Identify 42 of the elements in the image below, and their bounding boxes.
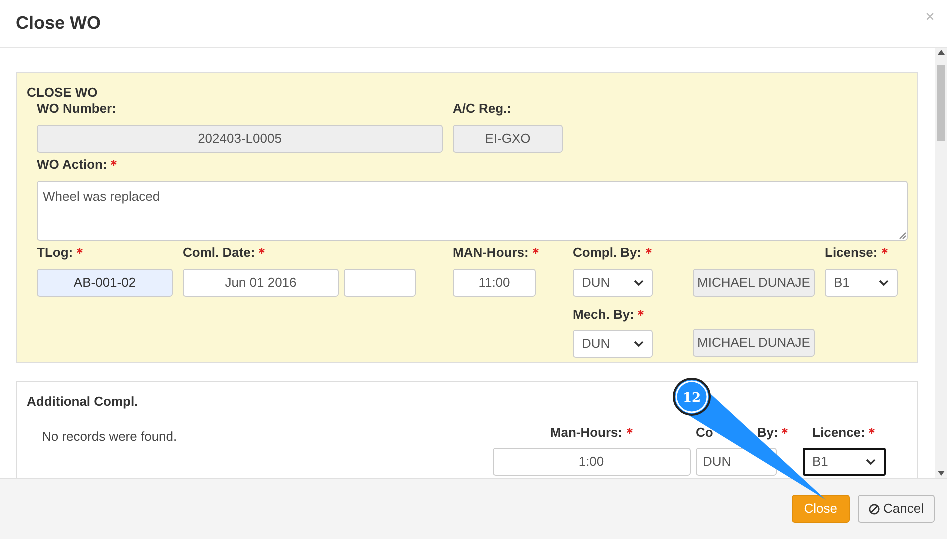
name-field: MICHAEL DUNAJE bbox=[693, 329, 815, 357]
tlog-field[interactable]: AB-001-02 bbox=[37, 269, 173, 297]
scroll-up-icon[interactable] bbox=[938, 50, 944, 55]
scrollbar[interactable] bbox=[935, 48, 947, 478]
field-label: A/C Reg.: bbox=[453, 101, 512, 117]
field-label: Licence: bbox=[812, 425, 866, 441]
caret-icon bbox=[634, 280, 644, 286]
field-label: WO Action: bbox=[37, 157, 108, 173]
date-field[interactable]: Jun 01 2016 bbox=[183, 269, 339, 297]
select-field[interactable]: B1 bbox=[802, 448, 886, 476]
time-field[interactable] bbox=[344, 269, 416, 297]
field-label: Compl. By: bbox=[573, 245, 642, 261]
caret-icon bbox=[634, 340, 644, 348]
resize-handle-icon[interactable] bbox=[899, 232, 906, 239]
wo-action-field[interactable]: Wheel was replaced bbox=[37, 181, 908, 241]
scrollbar-thumb[interactable] bbox=[937, 65, 945, 141]
cancel-button[interactable]: Cancel bbox=[858, 495, 935, 523]
field-label: Man-Hours: bbox=[550, 425, 623, 441]
field-label: WO Number: bbox=[37, 101, 116, 117]
scroll-down-icon[interactable] bbox=[938, 471, 944, 476]
window-title: Close WO bbox=[16, 12, 102, 35]
field-label: MAN-Hours: bbox=[453, 245, 529, 261]
field-label: Co bbox=[696, 425, 714, 441]
section-heading: Additional Compl. bbox=[27, 394, 138, 410]
caret-icon bbox=[866, 458, 876, 466]
select-field[interactable]: B1 bbox=[825, 269, 898, 297]
name-field: MICHAEL DUNAJE bbox=[693, 269, 815, 297]
wo-number-field: 202403-L0005 bbox=[37, 125, 443, 153]
select-field[interactable]: DUN bbox=[573, 269, 653, 297]
field-label: Coml. Date: bbox=[183, 245, 256, 261]
field-label: By: bbox=[757, 425, 778, 441]
field-label: Mech. By: bbox=[573, 307, 634, 323]
caret-icon bbox=[879, 280, 889, 286]
cancel-icon bbox=[868, 504, 880, 514]
man-hours-field[interactable]: 11:00 bbox=[453, 269, 536, 297]
field-label: TLog: bbox=[37, 245, 74, 261]
man-hours-field[interactable]: 1:00 bbox=[492, 448, 690, 476]
field-label: License: bbox=[825, 245, 878, 261]
ac-reg-field: EI-GXO bbox=[453, 125, 563, 153]
empty-message: No records were found. bbox=[42, 429, 178, 444]
select-field[interactable]: DUN bbox=[573, 330, 653, 358]
section-heading: CLOSE WO bbox=[27, 85, 99, 101]
